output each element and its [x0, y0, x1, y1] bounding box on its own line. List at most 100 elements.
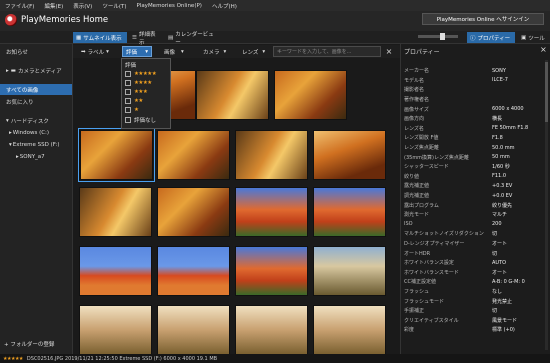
checkbox-icon[interactable]	[125, 79, 131, 86]
expand-arrow-icon: ▸	[16, 153, 19, 160]
thumbnail[interactable]	[313, 130, 386, 180]
status-bar: ★★★★★ DSC02516.JPG 2019/11/21 12:25:50 E…	[0, 354, 550, 363]
star-icon: ★★	[134, 97, 143, 104]
property-value: 絞り優先	[492, 202, 513, 209]
property-row: レンズ焦点距離 50.0 mm	[404, 143, 544, 153]
property-key: 調光補正値	[404, 193, 430, 200]
sidebar-item-drive-c[interactable]: ▸ Windows (C:)	[0, 127, 72, 138]
rating-option-none[interactable]: 評価なし	[125, 115, 156, 124]
thumbnail[interactable]	[235, 187, 308, 237]
property-row: 露出プログラム 絞り優先	[404, 200, 544, 210]
rating-option-2[interactable]: ★★	[125, 96, 143, 105]
zoom-slider[interactable]	[418, 35, 458, 38]
rating-option-1[interactable]: ★	[125, 105, 139, 114]
camera-filter[interactable]: カメラ ▾	[200, 46, 229, 57]
property-row: ISO 200	[404, 220, 544, 230]
property-row: シャッタースピード 1/60 秒	[404, 162, 544, 172]
thumbnail-selected[interactable]	[78, 128, 155, 182]
thumbnail[interactable]	[79, 305, 152, 354]
rating-option-3[interactable]: ★★★	[125, 87, 148, 96]
menu-bar: ファイル(F) 編集(E) 表示(V) ツール(T) PlayMemories …	[0, 0, 550, 11]
rating-option-4[interactable]: ★★★★	[125, 78, 152, 87]
property-value: 切	[492, 250, 498, 257]
property-row: D-レンジオプティマイザー オート	[404, 239, 544, 249]
add-folder-button[interactable]: + フォルダーの登録	[4, 340, 54, 348]
menu-file[interactable]: ファイル(F)	[0, 2, 39, 10]
calendar-view-button[interactable]: ▤ カレンダービュー	[165, 32, 221, 46]
checkbox-icon[interactable]	[125, 70, 131, 77]
thumbnail-view-button[interactable]: ▦ サムネイル表示	[73, 32, 127, 43]
menu-help[interactable]: ヘルプ(H)	[207, 2, 242, 10]
chevron-down-icon: ▾	[262, 48, 266, 55]
tools-button[interactable]: ▣ ツール	[518, 32, 548, 43]
scrollbar-thumb[interactable]	[545, 62, 548, 122]
property-value: マルチ	[492, 212, 508, 219]
sidebar-item-drive-f[interactable]: ▾ Extreme SSD (F:)	[0, 139, 72, 150]
property-value: 1/60 秒	[492, 164, 510, 171]
property-key: 画像方向	[404, 116, 425, 123]
checkbox-icon[interactable]	[125, 106, 131, 113]
property-row: メーカー名 SONY	[404, 66, 544, 76]
property-row: 調光補正値 +0.0 EV	[404, 191, 544, 201]
property-key: D-レンジオプティマイザー	[404, 241, 465, 248]
property-key: 絞り値	[404, 173, 420, 180]
sidebar-item-hard-disk[interactable]: ▾ ハードディスク	[0, 115, 72, 126]
thumbnail[interactable]	[79, 187, 152, 237]
property-value: 50.0 mm	[492, 144, 515, 151]
properties-button[interactable]: ⓘ プロパティー	[467, 32, 515, 43]
checkbox-icon[interactable]	[125, 116, 131, 123]
thumbnail[interactable]	[235, 130, 308, 180]
label-filter[interactable]: ➡ ラベル ▾	[78, 46, 112, 57]
sidebar-item-all-images[interactable]: すべての画像	[0, 84, 72, 95]
thumbnail[interactable]	[313, 246, 386, 296]
property-value: 切	[492, 308, 498, 315]
menu-tools[interactable]: ツール(T)	[97, 2, 131, 10]
checkbox-icon[interactable]	[125, 97, 131, 104]
property-key: クリエイティブスタイル	[404, 317, 459, 324]
sidebar-item-favorites[interactable]: お気に入り	[0, 96, 72, 107]
sidebar-item-camera-media[interactable]: ▸ ▬ カメラとメディア	[0, 65, 72, 76]
lens-filter[interactable]: レンズ ▾	[239, 46, 268, 57]
thumbnail[interactable]	[79, 246, 152, 296]
sidebar-item-folder[interactable]: ▸ SONY_a7	[0, 151, 72, 162]
menu-view[interactable]: 表示(V)	[68, 2, 97, 10]
thumbnail[interactable]	[313, 305, 386, 354]
close-icon[interactable]: ×	[540, 45, 547, 54]
thumbnail[interactable]	[313, 187, 386, 237]
detail-view-button[interactable]: ☰ 詳細表示	[129, 32, 163, 46]
sidebar-item-label: ハードディスク	[10, 118, 49, 125]
property-value: AUTO	[492, 259, 507, 266]
sidebar-item-notice[interactable]: お知らせ	[0, 46, 72, 57]
property-value: 横長	[492, 116, 503, 123]
rating-filter[interactable]: 評価 ▾	[122, 46, 152, 57]
rating-option-5[interactable]: ★★★★★	[125, 69, 157, 78]
thumbnail[interactable]	[235, 246, 308, 296]
thumbnail[interactable]	[157, 246, 230, 296]
property-key: 彩度	[404, 327, 415, 334]
property-row: 露光補正値 +0.3 EV	[404, 181, 544, 191]
property-row: フラッシュ なし	[404, 287, 544, 297]
menu-edit[interactable]: 編集(E)	[39, 2, 68, 10]
property-key: 測光モード	[404, 212, 430, 219]
property-value: 200	[492, 221, 502, 228]
collapse-arrow-icon: ▾	[6, 117, 9, 124]
thumbnail[interactable]	[157, 130, 230, 180]
thumbnail[interactable]	[235, 305, 308, 354]
properties-label: プロパティー	[477, 35, 511, 42]
lens-filter-label: レンズ	[242, 49, 259, 56]
thumbnail[interactable]	[157, 187, 230, 237]
property-key: フラッシュ	[404, 289, 430, 296]
zoom-slider-handle[interactable]	[440, 33, 445, 40]
image-filter[interactable]: 画像 ▾	[161, 46, 187, 57]
thumbnail[interactable]	[157, 305, 230, 354]
close-icon[interactable]: ×	[384, 46, 394, 57]
thumbnail[interactable]	[274, 70, 347, 120]
keyword-search-input[interactable]: キーワードを入力して、画像を...	[273, 46, 381, 57]
star-icon: ★★★★★	[134, 70, 157, 77]
online-signin-button[interactable]: PlayMemories Online へサインイン	[422, 13, 544, 25]
menu-online[interactable]: PlayMemories Online(P)	[131, 3, 206, 9]
thumbnail[interactable]	[196, 70, 269, 120]
expand-arrow-icon: ▸	[9, 129, 12, 136]
property-value: 発光禁止	[492, 298, 513, 305]
checkbox-icon[interactable]	[125, 88, 131, 95]
